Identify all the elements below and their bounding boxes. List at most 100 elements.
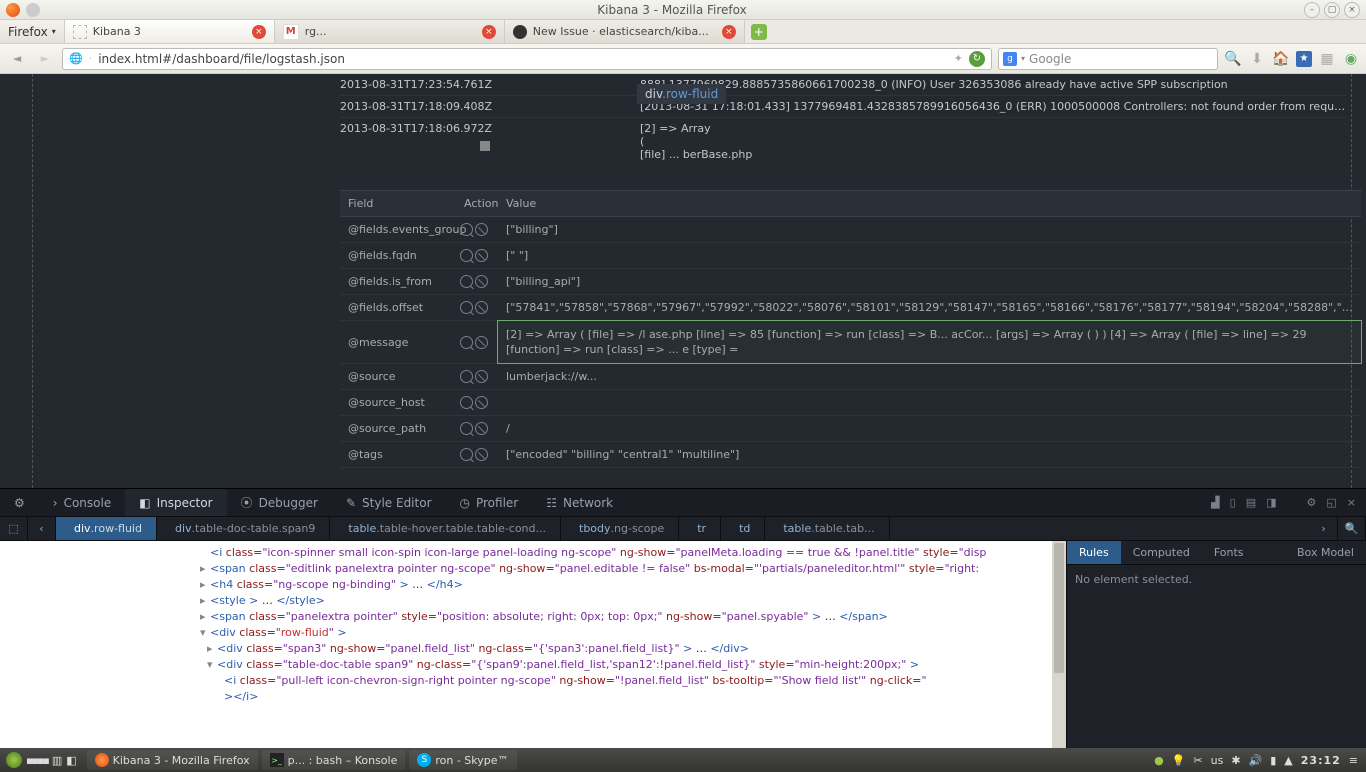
breadcrumb-item[interactable]: div.table-doc-table.span9 [157, 517, 330, 540]
filter-in-icon[interactable] [460, 223, 473, 236]
bookmarks-icon[interactable]: ★ [1296, 51, 1312, 67]
field-row[interactable]: @source_path/ [340, 416, 1361, 442]
dock-icon[interactable]: ◨ [1266, 496, 1276, 509]
log-row[interactable]: 2013-08-31T17:23:54.761Z 888] 1377969829… [340, 74, 1346, 96]
search-dom-button[interactable]: 🔍 [1338, 517, 1366, 540]
paint-icon[interactable]: ▟ [1211, 496, 1219, 509]
side-tab-fonts[interactable]: Fonts [1202, 541, 1256, 564]
evernote-icon[interactable]: ◉ [1342, 50, 1360, 68]
popout-icon[interactable]: ◱ [1326, 496, 1336, 509]
filter-in-icon[interactable] [460, 275, 473, 288]
responsive-icon[interactable]: ▯ [1230, 496, 1236, 509]
filter-in-icon[interactable] [460, 396, 473, 409]
tab-style-editor[interactable]: ✎Style Editor [332, 489, 446, 516]
log-row[interactable]: 2013-08-31T17:18:06.972Z [2] => Array ( … [340, 118, 1346, 165]
filter-in-icon[interactable] [460, 249, 473, 262]
download-icon[interactable]: ⬇ [1248, 50, 1266, 68]
tray-icon[interactable]: ● [1154, 754, 1164, 767]
tab-github[interactable]: New Issue · elasticsearch/kiba... × [505, 20, 745, 43]
field-row[interactable]: @fields.fqdn[" "] [340, 243, 1361, 269]
volume-icon[interactable]: 🔊 [1249, 754, 1263, 767]
field-row[interactable]: @tags["encoded" "billing" "central1" "mu… [340, 442, 1361, 468]
tab-console[interactable]: ›Console [39, 489, 125, 516]
devtools-close-icon[interactable]: × [1347, 496, 1356, 509]
keyboard-layout[interactable]: us [1211, 754, 1224, 767]
taskbar-app-konsole[interactable]: >_ p... : bash – Konsole [262, 750, 406, 770]
close-icon[interactable]: × [482, 25, 496, 39]
home-icon[interactable]: 🏠 [1272, 50, 1290, 68]
reload-button[interactable]: ↻ [969, 51, 985, 67]
tray-icon[interactable]: 💡 [1172, 754, 1186, 767]
firefox-menu-button[interactable]: Firefox▾ [0, 20, 65, 43]
inspect-toggle-button[interactable]: ⬚ [0, 517, 28, 540]
breadcrumb-item[interactable]: tbody.ng-scope [561, 517, 679, 540]
crumb-prev-button[interactable]: ‹ [28, 517, 56, 540]
field-row[interactable]: @message[2] => Array ( [file] => /l ase.… [340, 321, 1361, 364]
tab-debugger[interactable]: ⦿Debugger [227, 489, 332, 516]
tab-gmail[interactable]: M rg... × [275, 20, 505, 43]
bluetooth-icon[interactable]: ✱ [1231, 754, 1240, 767]
tray-icon[interactable]: ◧ [66, 754, 76, 767]
minimize-button[interactable]: – [1304, 2, 1320, 18]
start-button[interactable] [6, 752, 22, 768]
taskbar-app-firefox[interactable]: Kibana 3 - Mozilla Firefox [87, 750, 258, 770]
side-tab-boxmodel[interactable]: Box Model [1285, 541, 1366, 564]
battery-icon[interactable]: ▮ [1270, 754, 1276, 767]
pager-icon[interactable]: ▪▪▪▪ [26, 754, 48, 767]
side-tab-rules[interactable]: Rules [1067, 541, 1121, 564]
filter-out-icon[interactable] [475, 223, 488, 236]
field-row[interactable]: @source_host [340, 390, 1361, 416]
options-icon[interactable]: ⚙ [1307, 496, 1317, 509]
filter-in-icon[interactable] [460, 448, 473, 461]
tray-menu-icon[interactable]: ≡ [1349, 754, 1358, 767]
filter-in-icon[interactable] [460, 301, 473, 314]
breadcrumb-item[interactable]: table.table-hover.table.table-cond... [330, 517, 561, 540]
close-icon[interactable]: × [722, 25, 736, 39]
scrollbar[interactable] [1052, 541, 1066, 748]
forward-button[interactable]: ► [34, 48, 56, 70]
clock[interactable]: 23:12 [1301, 754, 1341, 767]
breadcrumb-item[interactable]: div.row-fluid [56, 517, 157, 540]
tab-profiler[interactable]: ◷Profiler [446, 489, 533, 516]
filter-in-icon[interactable] [460, 370, 473, 383]
scratchpad-icon[interactable]: ▤ [1246, 496, 1256, 509]
rss-icon[interactable]: ✦ [954, 52, 963, 65]
taskbar-app-skype[interactable]: S ron - Skype™ [409, 750, 516, 770]
tray-icon[interactable]: ✂ [1193, 754, 1202, 767]
filter-out-icon[interactable] [475, 301, 488, 314]
breadcrumb-item[interactable]: table.table.tab... [765, 517, 889, 540]
breadcrumb-item[interactable]: td [721, 517, 765, 540]
filter-out-icon[interactable] [475, 396, 488, 409]
new-tab-button[interactable]: + [745, 20, 773, 43]
filter-out-icon[interactable] [475, 336, 488, 349]
feed-icon[interactable]: ▦ [1318, 50, 1336, 68]
close-button[interactable]: × [1344, 2, 1360, 18]
field-row[interactable]: @sourcelumberjack://w... [340, 364, 1361, 390]
side-tab-computed[interactable]: Computed [1121, 541, 1202, 564]
filter-out-icon[interactable] [475, 448, 488, 461]
url-bar[interactable]: 🌐 · index.html#/dashboard/file/logstash.… [62, 48, 992, 70]
close-icon[interactable]: × [252, 25, 266, 39]
network-icon[interactable]: ▲ [1284, 754, 1292, 767]
search-bar[interactable]: g ▾ Google [998, 48, 1218, 70]
tab-inspector[interactable]: ◧Inspector [125, 489, 226, 516]
tab-kibana[interactable]: Kibana 3 × [65, 20, 275, 43]
field-row[interactable]: @fields.is_from["billing_api"] [340, 269, 1361, 295]
back-button[interactable]: ◄ [6, 48, 28, 70]
log-row[interactable]: 2013-08-31T17:18:09.408Z [2013-08-31 17:… [340, 96, 1346, 118]
field-row[interactable]: @fields.events_group["billing"] [340, 217, 1361, 243]
maximize-button[interactable]: ▢ [1324, 2, 1340, 18]
breadcrumb-item[interactable]: tr [679, 517, 721, 540]
filter-out-icon[interactable] [475, 275, 488, 288]
binoculars-icon[interactable]: 🔍 [1224, 50, 1242, 68]
filter-out-icon[interactable] [475, 422, 488, 435]
dom-tree[interactable]: <i class="icon-spinner small icon-spin i… [0, 541, 1066, 748]
tab-network[interactable]: ☷Network [532, 489, 627, 516]
field-row[interactable]: @fields.offset["57841","57858","57868","… [340, 295, 1361, 321]
filter-in-icon[interactable] [460, 422, 473, 435]
crumb-next-button[interactable]: › [1310, 517, 1338, 540]
tray-icon[interactable]: ▥ [52, 754, 62, 767]
filter-out-icon[interactable] [475, 249, 488, 262]
devtools-toggle-button[interactable]: ⚙ [0, 489, 39, 516]
filter-in-icon[interactable] [460, 336, 473, 349]
